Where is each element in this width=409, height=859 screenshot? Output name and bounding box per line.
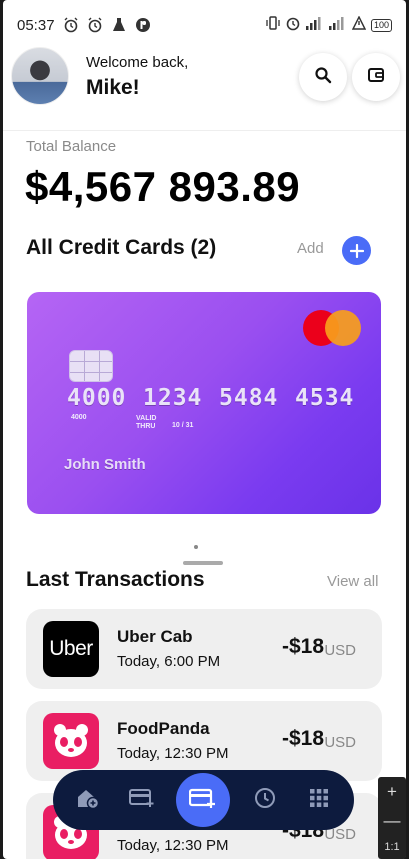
status-bar: 05:37 100 [3, 0, 406, 50]
mastercard-logo [303, 310, 361, 346]
cards-title: All Credit Cards (2) [26, 236, 217, 259]
wallet-button[interactable] [352, 53, 400, 101]
zoom-tool: + — 1:1 [378, 777, 406, 859]
alarm-icon [63, 17, 80, 34]
home-add-icon [76, 787, 100, 814]
alarm-icon [285, 15, 301, 35]
nav-history[interactable] [245, 780, 285, 820]
add-card-label[interactable]: Add [297, 240, 324, 257]
signal-icon [328, 16, 347, 34]
transaction-time: Today, 12:30 PM [117, 837, 229, 854]
card-chip-icon [69, 350, 113, 382]
drag-handle[interactable] [183, 561, 223, 565]
signal-icon [305, 16, 324, 34]
nav-card-add[interactable] [122, 780, 162, 820]
card-number-group-4: 4534 [295, 385, 355, 411]
zoom-out-button[interactable]: — [384, 812, 401, 829]
add-card-button[interactable] [342, 236, 371, 265]
pager-dot [194, 545, 198, 549]
transactions-title: Last Transactions [26, 568, 205, 591]
vibrate-icon [266, 15, 280, 35]
foodpanda-logo [43, 713, 99, 769]
view-all-link[interactable]: View all [327, 573, 378, 590]
transaction-time: Today, 12:30 PM [117, 745, 229, 762]
clock-icon [254, 787, 276, 814]
card-number-sub: 4000 [71, 414, 87, 421]
phone-screen: 05:37 100 Welcome back, Mike! Total Bala… [3, 0, 406, 859]
card-number-group-3: 5484 [219, 385, 279, 411]
transaction-currency: USD [324, 734, 356, 751]
warning-icon [351, 15, 367, 34]
nav-menu[interactable] [299, 780, 339, 820]
nav-home-add[interactable] [68, 780, 108, 820]
balance-value: $4,567 893.89 [25, 163, 301, 210]
valid-label: VALID [136, 415, 157, 422]
header-divider [3, 130, 406, 131]
grid-icon [309, 788, 329, 813]
avatar[interactable] [11, 47, 69, 105]
bottom-navigation [53, 770, 354, 830]
card-add-active-icon [189, 787, 217, 814]
card-number-group-1: 4000 [67, 385, 127, 411]
transaction-currency: USD [324, 642, 356, 659]
card-number-group-2: 1234 [143, 385, 203, 411]
card-add-icon [129, 788, 155, 813]
plus-icon [349, 238, 364, 264]
user-name: Mike! [86, 76, 140, 99]
transaction-amount: -$18 [281, 727, 324, 750]
wallet-icon [367, 66, 385, 89]
transaction-time: Today, 6:00 PM [117, 653, 221, 670]
search-icon [314, 66, 332, 89]
search-button[interactable] [299, 53, 347, 101]
flask-icon [111, 17, 128, 34]
card-expiry: 10 / 31 [172, 422, 194, 429]
status-time: 05:37 [17, 16, 55, 34]
transaction-name: Uber Cab [117, 627, 193, 646]
nav-card-add-active[interactable] [176, 773, 231, 827]
transaction-amount: -$18 [281, 635, 324, 658]
welcome-text: Welcome back, [86, 54, 189, 71]
app-p-icon [135, 17, 152, 34]
battery-icon: 100 [370, 18, 392, 32]
zoom-in-button[interactable]: + [387, 783, 397, 800]
thru-label: THRU [136, 423, 156, 430]
balance-label: Total Balance [26, 138, 117, 155]
uber-logo: Uber [43, 621, 99, 677]
mastercard-orange-circle [325, 310, 361, 346]
transaction-name: FoodPanda [117, 719, 210, 738]
transaction-row[interactable]: Uber Uber Cab Today, 6:00 PM -$18 USD [26, 609, 382, 689]
zoom-reset-button[interactable]: 1:1 [384, 841, 399, 853]
card-holder-name: John Smith [64, 456, 146, 473]
status-right: 100 [266, 15, 392, 35]
transaction-row[interactable]: FoodPanda Today, 12:30 PM -$18 USD [26, 701, 382, 781]
credit-card[interactable]: 4000 1234 5484 4534 4000 VALID THRU 10 /… [27, 292, 381, 514]
alarm-icon [87, 17, 104, 34]
